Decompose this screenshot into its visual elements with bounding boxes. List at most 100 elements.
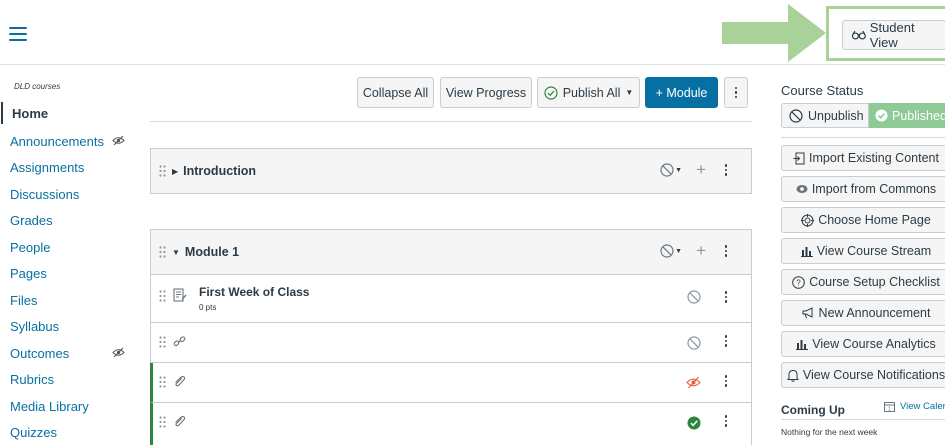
kebab-icon[interactable] [723,375,729,387]
module-item-row[interactable] [150,323,752,363]
published-label: Published [892,108,945,123]
course-name: DLD courses [14,82,61,91]
unpublished-icon[interactable] [687,336,701,350]
kebab-icon[interactable] [723,164,729,176]
import-existing-content-button[interactable]: Import Existing Content [781,145,945,171]
sidebar-button-label: View Course Analytics [812,337,936,351]
paperclip-icon [175,375,186,387]
nav-item-label: Discussions [10,186,80,202]
unpublished-icon[interactable] [660,244,674,258]
header-divider [0,64,945,65]
import-from-commons-button[interactable]: Import from Commons [781,176,945,202]
kebab-icon[interactable] [723,415,729,427]
module-title: Introduction [183,164,257,178]
published-check-icon[interactable] [687,416,701,430]
module-item-row[interactable] [150,403,752,445]
module-header-module-1[interactable]: ▼ Module 1 ▼ + [150,229,752,275]
student-view-button[interactable]: Student View [842,20,945,50]
stream-icon [800,246,813,257]
add-module-label: + Module [655,85,708,100]
nav-item-label: Media Library [10,398,89,414]
unpublished-icon[interactable] [660,163,674,177]
drag-handle-icon[interactable] [159,376,166,388]
view-course-notifications-button[interactable]: View Course Notifications [781,362,945,388]
view-progress-label: View Progress [445,85,527,100]
view-progress-button[interactable]: View Progress [440,77,532,108]
kebab-icon[interactable] [723,335,729,347]
toolbar-divider [150,121,752,122]
question-icon: ? [792,275,805,289]
nav-item-home[interactable]: Home [1,102,135,124]
link-icon [173,336,186,347]
module-item-points: 0 pts [199,303,217,312]
published-button[interactable]: Published [869,103,945,128]
choose-home-page-button[interactable]: Choose Home Page [781,207,945,233]
svg-text:?: ? [796,278,801,287]
add-item-icon[interactable]: + [696,242,706,259]
hamburger-line [9,33,27,35]
view-calendar-link[interactable]: 1 View Calendar [884,401,945,412]
nav-item-quizzes[interactable]: Quizzes [0,420,135,445]
nav-item-label: Grades [10,213,53,229]
unpublish-button[interactable]: Unpublish [781,103,869,128]
module-header-introduction[interactable]: ▶ Introduction ▼ + [150,148,752,194]
nav-item-label: Pages [10,266,47,282]
nav-item-label: People [10,239,51,255]
view-course-analytics-button[interactable]: View Course Analytics [781,331,945,357]
coming-up-divider [781,419,945,420]
bell-icon [786,369,799,382]
kebab-icon[interactable] [723,291,729,303]
sidebar-button-label: Choose Home Page [818,213,931,227]
view-course-stream-button[interactable]: View Course Stream [781,238,945,264]
caret-down-icon[interactable]: ▼ [172,248,180,257]
new-announcement-button[interactable]: New Announcement [781,300,945,326]
module-item-row[interactable] [150,363,752,403]
drag-handle-icon[interactable] [159,165,166,177]
import-icon [793,152,805,164]
publish-all-button[interactable]: Publish All ▼ [537,77,640,108]
add-module-button[interactable]: + Module [645,77,718,108]
nav-item-syllabus[interactable]: Syllabus [0,314,135,341]
module-item-row[interactable]: First Week of Class 0 pts [150,275,752,323]
module-title: Module 1 [184,245,240,259]
kebab-icon[interactable] [723,245,729,257]
nav-item-grades[interactable]: Grades [0,208,135,235]
nav-item-media-library[interactable]: Media Library [0,393,135,420]
module-item-title[interactable]: First Week of Class [199,285,309,299]
analytics-icon [796,339,809,350]
course-navigation: Home Announcements Assignments Discussio… [0,102,135,445]
sidebar-button-label: Import Existing Content [809,151,939,165]
nav-item-rubrics[interactable]: Rubrics [0,367,135,394]
caret-down-icon[interactable]: ▼ [675,167,682,174]
collapse-all-button[interactable]: Collapse All [357,77,434,108]
nav-item-files[interactable]: Files [0,287,135,314]
assignment-icon [173,288,187,302]
nav-item-assignments[interactable]: Assignments [0,155,135,182]
toolbar-more-button[interactable] [724,77,748,108]
nav-item-people[interactable]: People [0,234,135,261]
unpublished-icon [789,108,803,123]
drag-handle-icon[interactable] [159,246,166,258]
caret-right-icon[interactable]: ▶ [172,167,178,176]
sidebar-button-label: Import from Commons [811,182,937,196]
drag-handle-icon[interactable] [159,336,166,348]
nav-item-outcomes[interactable]: Outcomes [0,340,135,367]
nav-item-pages[interactable]: Pages [0,261,135,288]
nav-item-announcements[interactable]: Announcements [0,128,135,155]
unpublished-icon[interactable] [687,290,701,304]
eye-slash-icon[interactable] [686,376,701,389]
caret-down-icon: ▼ [625,88,634,97]
glasses-icon [852,30,866,40]
nav-item-discussions[interactable]: Discussions [0,181,135,208]
sidebar-button-label: View Course Stream [816,244,932,258]
nav-item-label: Outcomes [10,345,70,361]
drag-handle-icon[interactable] [159,416,166,428]
commons-icon [796,185,808,193]
add-item-icon[interactable]: + [696,161,706,178]
nav-item-label: Home [12,105,49,121]
view-calendar-label: View Calendar [900,401,945,412]
hamburger-menu-button[interactable] [9,27,27,41]
drag-handle-icon[interactable] [159,290,166,302]
course-setup-checklist-button[interactable]: ? Course Setup Checklist [781,269,945,295]
caret-down-icon[interactable]: ▼ [675,248,682,255]
